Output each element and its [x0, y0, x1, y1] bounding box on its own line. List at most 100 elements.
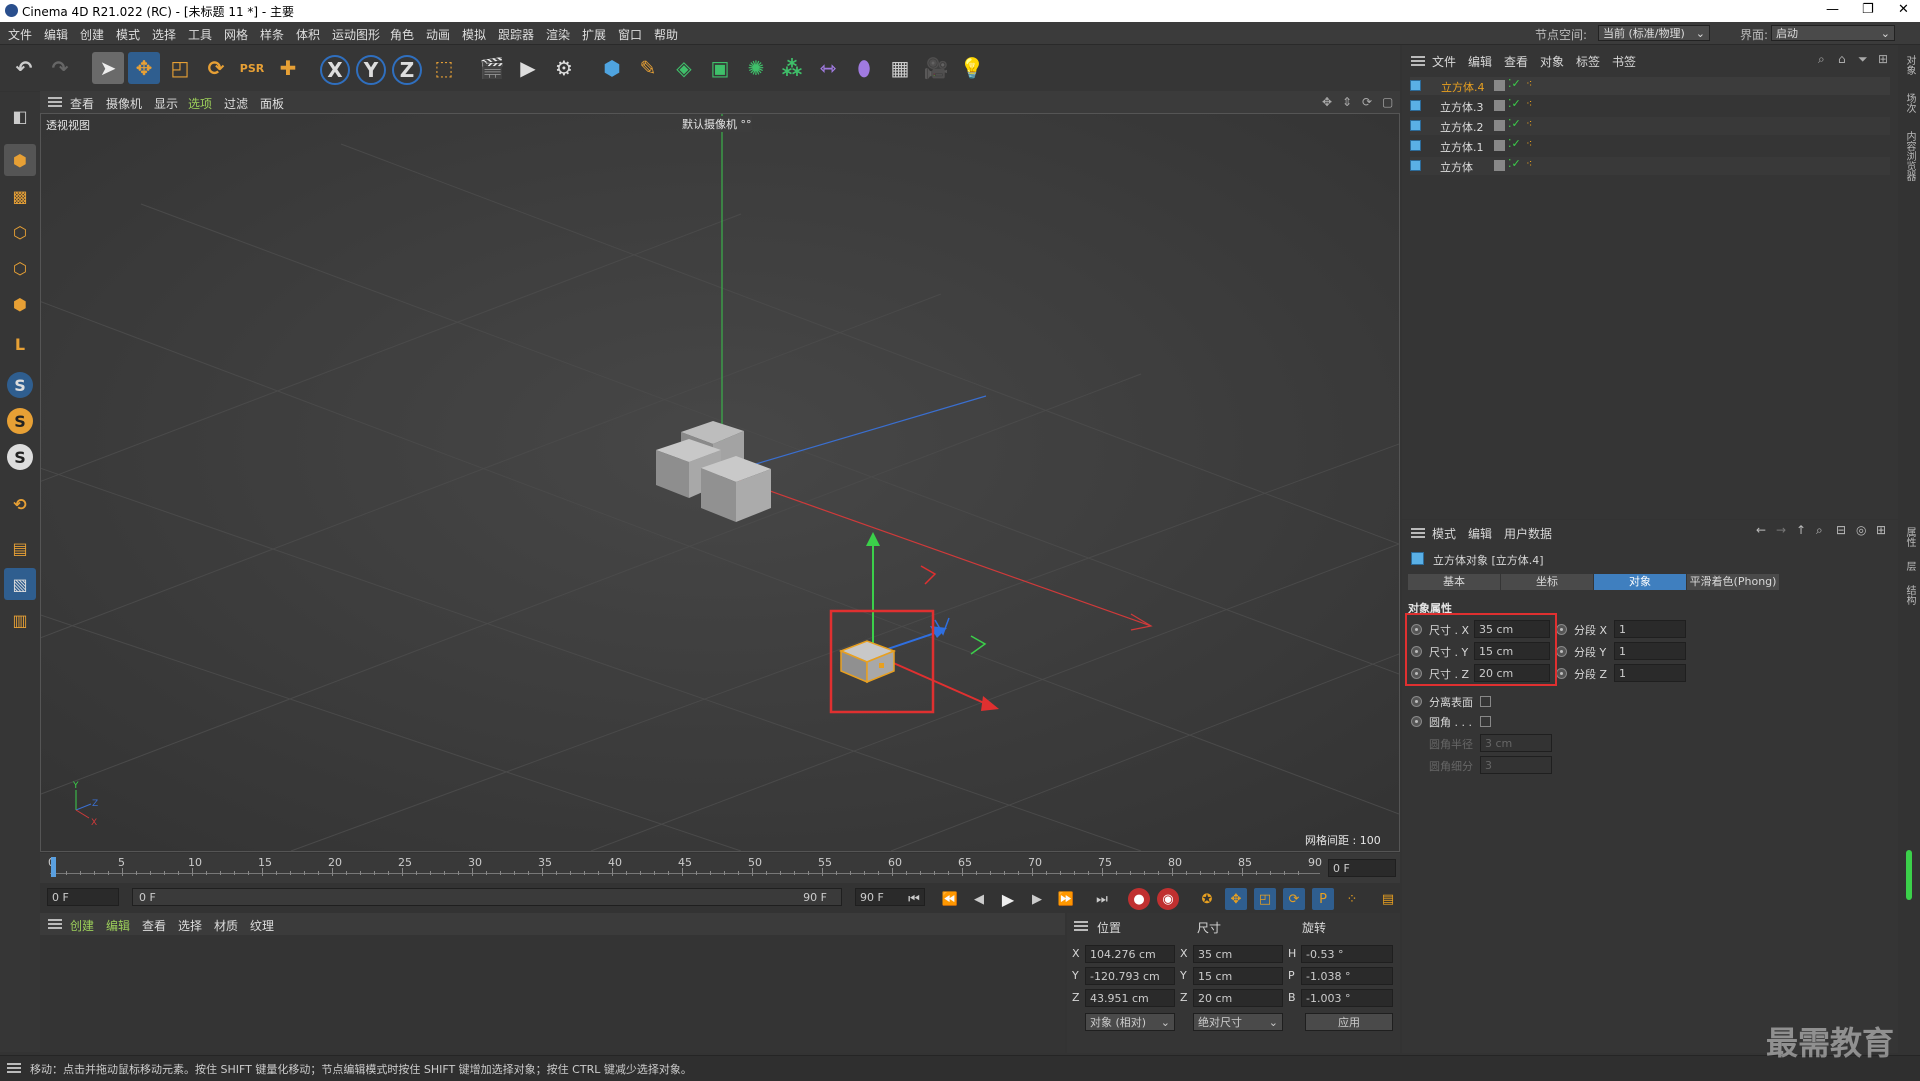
start-frame-field[interactable]: 0 F: [47, 888, 119, 906]
extrude-icon[interactable]: ▣: [704, 52, 736, 84]
hamburger-icon[interactable]: [48, 919, 62, 929]
edges-mode-icon[interactable]: ⬡: [4, 252, 36, 284]
menu-mode[interactable]: 模式: [116, 26, 140, 43]
material-menu-material[interactable]: 材质: [214, 917, 238, 934]
rot-b-field[interactable]: -1.003 °: [1301, 989, 1393, 1007]
key-scale-icon[interactable]: ◰: [1254, 888, 1276, 910]
menu-select[interactable]: 选择: [152, 26, 176, 43]
tag-icon[interactable]: ⁖: [1526, 137, 1532, 150]
select-pointer-icon[interactable]: ➤: [92, 52, 124, 84]
viewport-menu-camera[interactable]: 摄像机: [106, 95, 142, 112]
keyframe-selection-icon[interactable]: ✪: [1196, 888, 1218, 910]
rot-p-field[interactable]: -1.038 °: [1301, 967, 1393, 985]
visibility-check-icon[interactable]: ⁚✓: [1508, 137, 1521, 150]
viewport-menu-options[interactable]: 选项: [188, 95, 212, 112]
menu-character[interactable]: 角色: [390, 26, 414, 43]
key-pla-icon[interactable]: ⁘: [1341, 888, 1363, 910]
restore-icon[interactable]: ❐: [1862, 2, 1874, 17]
next-key-icon[interactable]: ⏩: [1055, 888, 1077, 910]
material-menu-view[interactable]: 查看: [142, 917, 166, 934]
record-icon[interactable]: ●: [1128, 888, 1150, 910]
lock-workplane-icon[interactable]: ▧: [4, 568, 36, 600]
next-frame-icon[interactable]: ▶: [1026, 888, 1048, 910]
render-view-icon[interactable]: 🎬: [476, 52, 508, 84]
material-menu-edit[interactable]: 编辑: [106, 917, 130, 934]
cube-object-icon[interactable]: ⬢: [596, 52, 628, 84]
z-axis-lock-icon[interactable]: Z: [392, 55, 422, 85]
pos-x-field[interactable]: 104.276 cm: [1085, 945, 1175, 963]
minimize-icon[interactable]: —: [1826, 2, 1839, 17]
obj-menu-edit[interactable]: 编辑: [1468, 53, 1492, 70]
strip-tab-structure[interactable]: 结构: [1902, 585, 1917, 605]
menu-edit[interactable]: 编辑: [44, 26, 68, 43]
tag-icon[interactable]: ⁖: [1526, 77, 1532, 90]
hamburger-icon[interactable]: [7, 1063, 21, 1073]
deformer-icon[interactable]: ⇿: [812, 52, 844, 84]
tab-phong[interactable]: 平滑着色(Phong): [1687, 574, 1779, 590]
hamburger-icon[interactable]: [48, 97, 62, 107]
strip-tab-layers[interactable]: 层: [1902, 561, 1917, 571]
menu-create[interactable]: 创建: [80, 26, 104, 43]
rot-h-field[interactable]: -0.53 °: [1301, 945, 1393, 963]
object-row-cube4[interactable]: 立方体.4 ⁚✓ ⁖: [1410, 77, 1890, 95]
key-parameter-icon[interactable]: P: [1312, 888, 1334, 910]
move-tool-icon[interactable]: ✥: [128, 52, 160, 84]
coords-mode-select[interactable]: 对象 (相对) ⌄: [1085, 1013, 1175, 1031]
fillet-subdiv-input[interactable]: 3: [1480, 756, 1552, 774]
layer-checkbox[interactable]: [1494, 80, 1505, 91]
psr-tool-icon[interactable]: PSR: [236, 52, 268, 84]
back-arrow-icon[interactable]: ←: [1756, 523, 1766, 537]
x-axis-lock-icon[interactable]: X: [320, 55, 350, 85]
hamburger-icon[interactable]: [1074, 921, 1088, 931]
planar-workplane-icon[interactable]: ▥: [4, 604, 36, 636]
magnet-icon[interactable]: ⟲: [4, 488, 36, 520]
lock-icon[interactable]: ⊟: [1836, 523, 1846, 537]
obj-menu-bookmarks[interactable]: 书签: [1612, 53, 1636, 70]
menu-animate[interactable]: 动画: [426, 26, 450, 43]
layer-checkbox[interactable]: [1494, 120, 1505, 131]
pos-z-field[interactable]: 43.951 cm: [1085, 989, 1175, 1007]
object-row-cube3[interactable]: 立方体.3 ⁚✓ ⁖: [1410, 97, 1890, 115]
tab-object[interactable]: 对象: [1594, 574, 1686, 590]
render-settings-icon[interactable]: ⚙: [548, 52, 580, 84]
hamburger-icon[interactable]: [1411, 528, 1425, 538]
menu-file[interactable]: 文件: [8, 26, 32, 43]
obj-menu-view[interactable]: 查看: [1504, 53, 1528, 70]
separate-surfaces-checkbox[interactable]: [1480, 696, 1491, 707]
tag-icon[interactable]: ⁖: [1526, 97, 1532, 110]
anim-radio[interactable]: [1556, 668, 1567, 679]
model-mode-icon[interactable]: ⬢: [4, 144, 36, 176]
pen-spline-icon[interactable]: ✎: [632, 52, 664, 84]
layer-checkbox[interactable]: [1494, 100, 1505, 111]
menu-window[interactable]: 窗口: [618, 26, 642, 43]
anim-radio[interactable]: [1556, 624, 1567, 635]
tag-icon[interactable]: ⁖: [1526, 117, 1532, 130]
strip-tab-attributes[interactable]: 属性: [1902, 527, 1917, 547]
prev-key-icon[interactable]: ⏪: [939, 888, 961, 910]
anim-radio[interactable]: [1411, 716, 1422, 727]
prev-frame-icon[interactable]: ◀: [968, 888, 990, 910]
visibility-check-icon[interactable]: ⁚✓: [1508, 157, 1521, 170]
apply-button[interactable]: 应用: [1305, 1013, 1393, 1031]
scale-tool-icon[interactable]: ◰: [164, 52, 196, 84]
rotate-tool-icon[interactable]: ⟳: [200, 52, 232, 84]
perspective-viewport[interactable]: Y Z X 透视视图 默认摄像机 °° 网格间距 : 100 cm: [40, 113, 1400, 852]
size-y-field[interactable]: 15 cm: [1193, 967, 1283, 985]
menu-mograph[interactable]: 运动图形: [332, 26, 380, 43]
subdivision-surface-icon[interactable]: ◈: [668, 52, 700, 84]
viewport-pan-icon[interactable]: ✥: [1322, 95, 1332, 109]
autokey-icon[interactable]: ◉: [1157, 888, 1179, 910]
viewport-dolly-icon[interactable]: ⇕: [1342, 95, 1352, 109]
obj-menu-file[interactable]: 文件: [1432, 53, 1456, 70]
material-area[interactable]: [40, 935, 1065, 1053]
menu-help[interactable]: 帮助: [654, 26, 678, 43]
segment-x-input[interactable]: 1: [1614, 620, 1686, 638]
goto-start-icon[interactable]: ⏮: [903, 888, 925, 910]
object-row-cube1[interactable]: 立方体.1 ⁚✓ ⁖: [1410, 137, 1890, 155]
tag-icon[interactable]: ⁖: [1526, 157, 1532, 170]
new-window-icon[interactable]: ⊞: [1878, 52, 1888, 66]
viewport-menu-display[interactable]: 显示: [154, 95, 178, 112]
playhead[interactable]: [51, 857, 56, 877]
attr-menu-mode[interactable]: 模式: [1432, 525, 1456, 542]
object-row-cube2[interactable]: 立方体.2 ⁚✓ ⁖: [1410, 117, 1890, 135]
